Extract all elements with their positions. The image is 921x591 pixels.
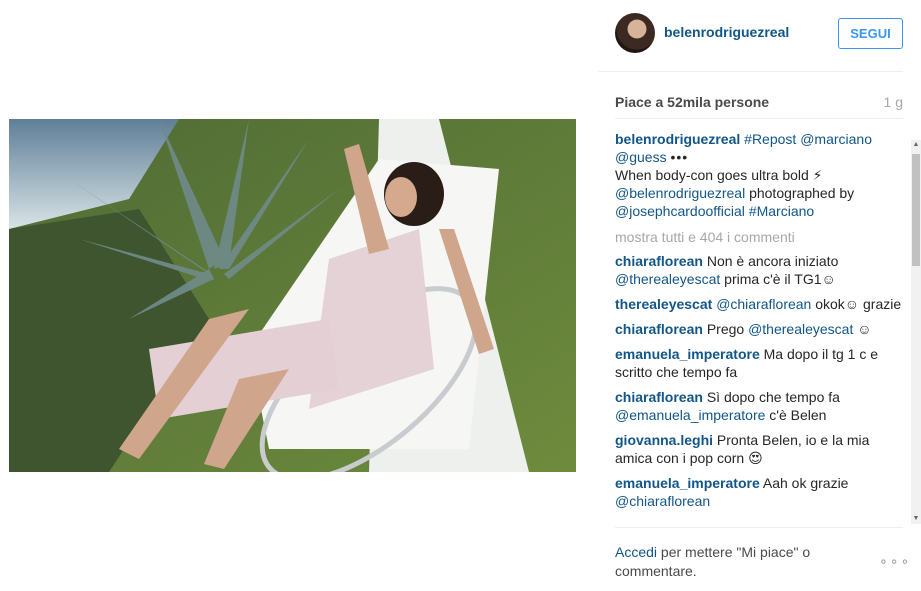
scroll-up-icon[interactable]: ▲ bbox=[911, 140, 921, 150]
login-prompt: Accedi per mettere "Mi piace" o commenta… bbox=[615, 543, 835, 581]
comment-text-2: prima c'è il TG1☺ bbox=[720, 271, 836, 287]
comment-mention[interactable]: @therealeyescat bbox=[748, 321, 853, 337]
comment-text: Aah ok grazie bbox=[762, 475, 849, 491]
comment-mention[interactable]: @emanuela_imperatore bbox=[615, 407, 765, 423]
comments-list[interactable]: belenrodriguezreal #Repost @marciano @gu… bbox=[615, 130, 907, 526]
mention-marciano[interactable]: @marciano bbox=[800, 131, 872, 147]
comment-text-2: c'è Belen bbox=[765, 407, 827, 423]
comment-username[interactable]: chiaraflorean bbox=[615, 321, 703, 337]
post-photo[interactable] bbox=[9, 119, 576, 472]
mention-belen[interactable]: @belenrodriguezreal bbox=[615, 185, 745, 201]
scroll-down-icon[interactable]: ▼ bbox=[911, 514, 921, 524]
comment-username[interactable]: chiaraflorean bbox=[615, 253, 703, 269]
mention-photographer[interactable]: @josephcardoofficial bbox=[615, 203, 745, 219]
comment-username[interactable]: chiaraflorean bbox=[615, 389, 703, 405]
header-username[interactable]: belenrodriguezreal bbox=[664, 24, 789, 40]
scroll-thumb[interactable] bbox=[912, 154, 920, 266]
comment-username[interactable]: therealeyescat bbox=[615, 296, 712, 312]
divider bbox=[615, 118, 903, 119]
comment-username[interactable]: giovanna.leghi bbox=[615, 432, 713, 448]
show-all-comments-link[interactable]: mostra tutti e 404 i commenti bbox=[615, 228, 907, 246]
caption: belenrodriguezreal #Repost @marciano @gu… bbox=[615, 130, 907, 220]
likes-row: Piace a 52mila persone 1 g bbox=[615, 94, 903, 112]
hashtag-repost[interactable]: #Repost bbox=[744, 131, 796, 147]
avatar[interactable] bbox=[615, 13, 655, 53]
comment-item: emanuela_imperatore Aah ok grazie @chiar… bbox=[615, 474, 907, 510]
post-time[interactable]: 1 g bbox=[884, 94, 903, 110]
comment-mention[interactable]: @chiaraflorean bbox=[615, 493, 710, 509]
comment-text: Sì dopo che tempo fa bbox=[706, 389, 840, 405]
comment-text: Non è ancora iniziato bbox=[706, 253, 839, 269]
comment-item: emanuela_imperatore Ma dopo il tg 1 c e … bbox=[615, 345, 907, 381]
post-side-panel: belenrodriguezreal SEGUI Piace a 52mila … bbox=[598, 0, 921, 591]
comment-username[interactable]: emanuela_imperatore bbox=[615, 346, 760, 362]
caption-text: photographed by bbox=[745, 185, 855, 201]
mention-guess[interactable]: @guess bbox=[615, 149, 667, 165]
post-header: belenrodriguezreal SEGUI bbox=[598, 0, 903, 72]
comment-mention[interactable]: @therealeyescat bbox=[615, 271, 720, 287]
comments-scrollbar[interactable]: ▲ ▼ bbox=[911, 140, 921, 524]
comment-mention[interactable]: @chiaraflorean bbox=[716, 296, 811, 312]
more-dots-icon[interactable]: ••• bbox=[670, 149, 688, 165]
hashtag-marciano[interactable]: #Marciano bbox=[749, 203, 814, 219]
follow-button[interactable]: SEGUI bbox=[838, 18, 903, 49]
likes-count[interactable]: Piace a 52mila persone bbox=[615, 94, 769, 110]
comment-text: Prego bbox=[706, 321, 745, 337]
comment-item: chiaraflorean Non è ancora iniziato @the… bbox=[615, 252, 907, 288]
login-link[interactable]: Accedi bbox=[615, 544, 657, 560]
comment-username[interactable]: emanuela_imperatore bbox=[615, 475, 760, 491]
caption-line: When body-con goes ultra bold ⚡ bbox=[615, 167, 823, 183]
caption-username[interactable]: belenrodriguezreal bbox=[615, 131, 740, 147]
comment-item: therealeyescat @chiaraflorean okok☺ graz… bbox=[615, 295, 907, 313]
options-icon[interactable]: ∘∘∘ bbox=[879, 553, 911, 570]
comment-item: chiaraflorean Prego @therealeyescat ☺ bbox=[615, 320, 907, 338]
comment-item: giovanna.leghi Pronta Belen, io e la mia… bbox=[615, 431, 907, 467]
photo-illustration bbox=[9, 119, 576, 472]
comment-item: chiaraflorean Sì dopo che tempo fa @eman… bbox=[615, 388, 907, 424]
divider bbox=[615, 527, 903, 528]
comment-text-2: ☺ bbox=[853, 321, 872, 337]
comment-text-2: okok☺ grazie bbox=[811, 296, 902, 312]
